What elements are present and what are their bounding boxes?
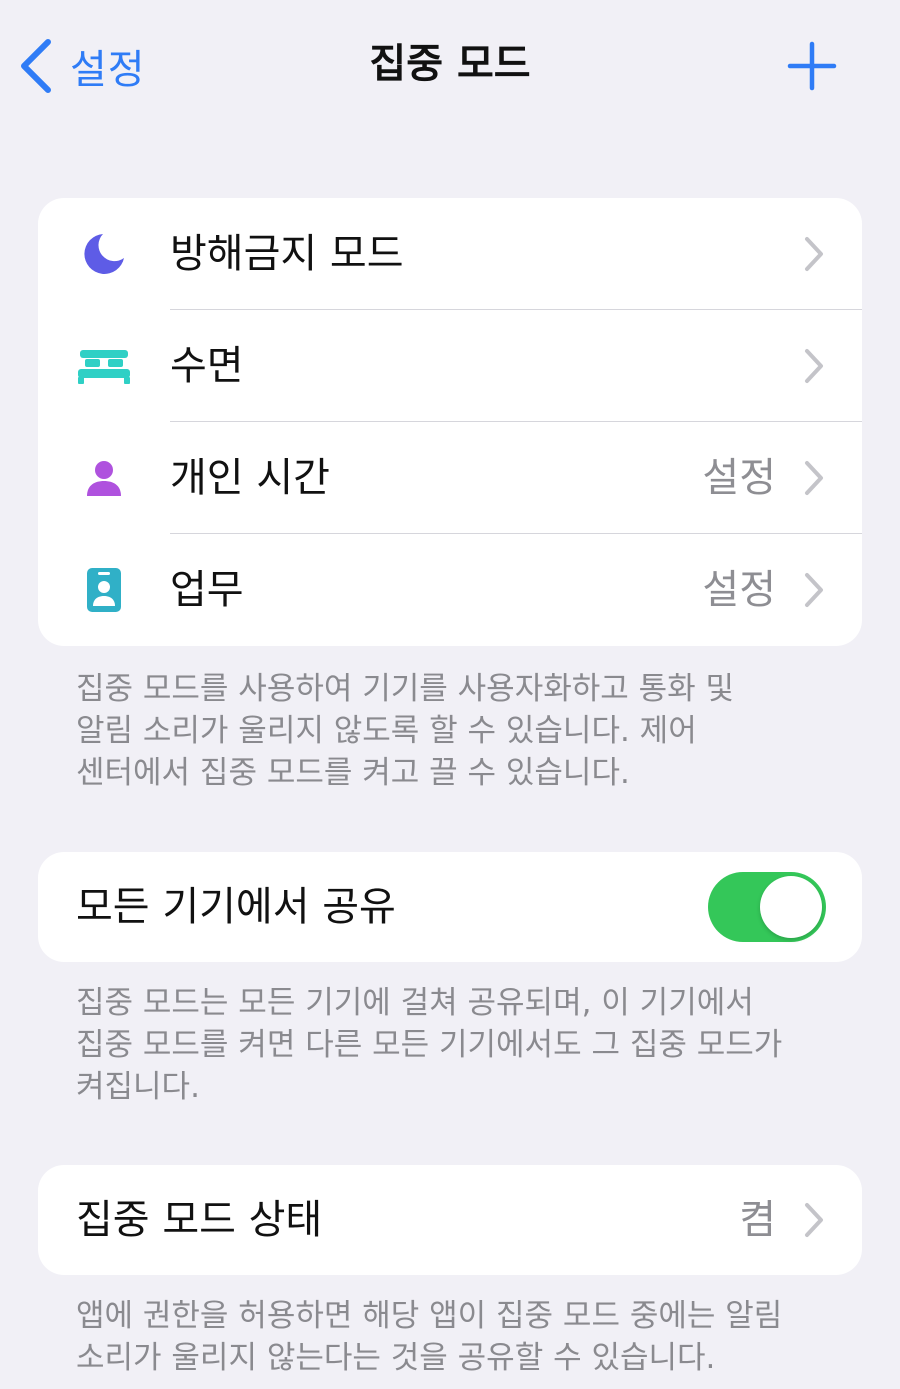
focus-item-label: 방해금지 모드 <box>170 231 404 277</box>
focus-item-value: 설정 <box>702 455 776 501</box>
chevron-right-icon <box>805 461 823 495</box>
footer-line: 켜집니다. <box>76 1069 200 1105</box>
focus-status-row[interactable]: 집중 모드 상태 켬 <box>38 1165 862 1275</box>
focus-item-label: 수면 <box>170 343 244 389</box>
add-focus-button[interactable] <box>786 40 838 92</box>
chevron-right-icon <box>805 1203 823 1237</box>
focus-status-group: 집중 모드 상태 켬 <box>38 1165 862 1275</box>
chevron-right-icon <box>805 349 823 383</box>
focus-item-work[interactable]: 업무 설정 <box>38 534 862 646</box>
id-badge-icon <box>87 568 121 612</box>
share-footer: 집중 모드는 모든 기기에 걸쳐 공유되며, 이 기기에서 집중 모드를 켜면 … <box>76 982 836 1108</box>
focus-item-personal[interactable]: 개인 시간 설정 <box>38 422 862 534</box>
focus-item-sleep[interactable]: 수면 <box>38 310 862 422</box>
footer-line: 집중 모드를 사용하여 기기를 사용자화하고 통화 및 <box>76 671 735 707</box>
chevron-right-icon <box>805 573 823 607</box>
footer-line: 소리가 울리지 않는다는 것을 공유할 수 있습니다. <box>76 1340 716 1376</box>
share-across-devices-row: 모든 기기에서 공유 <box>38 852 862 962</box>
status-footer: 앱에 권한을 허용하면 해당 앱이 집중 모드 중에는 알림 소리가 울리지 않… <box>76 1295 836 1379</box>
share-across-devices-toggle[interactable] <box>708 872 826 942</box>
share-across-devices-label: 모든 기기에서 공유 <box>76 884 396 930</box>
focus-item-label: 개인 시간 <box>170 455 330 501</box>
footer-line: 알림 소리가 울리지 않도록 할 수 있습니다. 제어 <box>76 713 697 749</box>
focus-list-footer: 집중 모드를 사용하여 기기를 사용자화하고 통화 및 알림 소리가 울리지 않… <box>76 668 836 794</box>
footer-line: 앱에 권한을 허용하면 해당 앱이 집중 모드 중에는 알림 <box>76 1298 783 1334</box>
plus-icon <box>787 41 837 91</box>
bed-icon <box>78 350 130 384</box>
focus-item-label: 업무 <box>170 567 244 613</box>
navigation-bar: 설정 집중 모드 <box>0 0 900 130</box>
focus-item-value: 설정 <box>702 567 776 613</box>
page-title: 집중 모드 <box>369 41 531 87</box>
toggle-knob <box>760 876 822 938</box>
focus-modes-list: 방해금지 모드 수면 개인 시간 설정 업무 설정 <box>38 198 862 646</box>
footer-line: 센터에서 집중 모드를 켜고 끌 수 있습니다. <box>76 755 630 791</box>
focus-item-do-not-disturb[interactable]: 방해금지 모드 <box>38 198 862 310</box>
focus-status-label: 집중 모드 상태 <box>76 1197 323 1243</box>
moon-icon <box>84 234 124 274</box>
person-icon <box>87 461 121 496</box>
focus-status-value: 켬 <box>739 1197 776 1243</box>
share-across-devices-group: 모든 기기에서 공유 <box>38 852 862 962</box>
footer-line: 집중 모드는 모든 기기에 걸쳐 공유되며, 이 기기에서 <box>76 985 754 1021</box>
footer-line: 집중 모드를 켜면 다른 모든 기기에서도 그 집중 모드가 <box>76 1027 783 1063</box>
chevron-right-icon <box>805 237 823 271</box>
